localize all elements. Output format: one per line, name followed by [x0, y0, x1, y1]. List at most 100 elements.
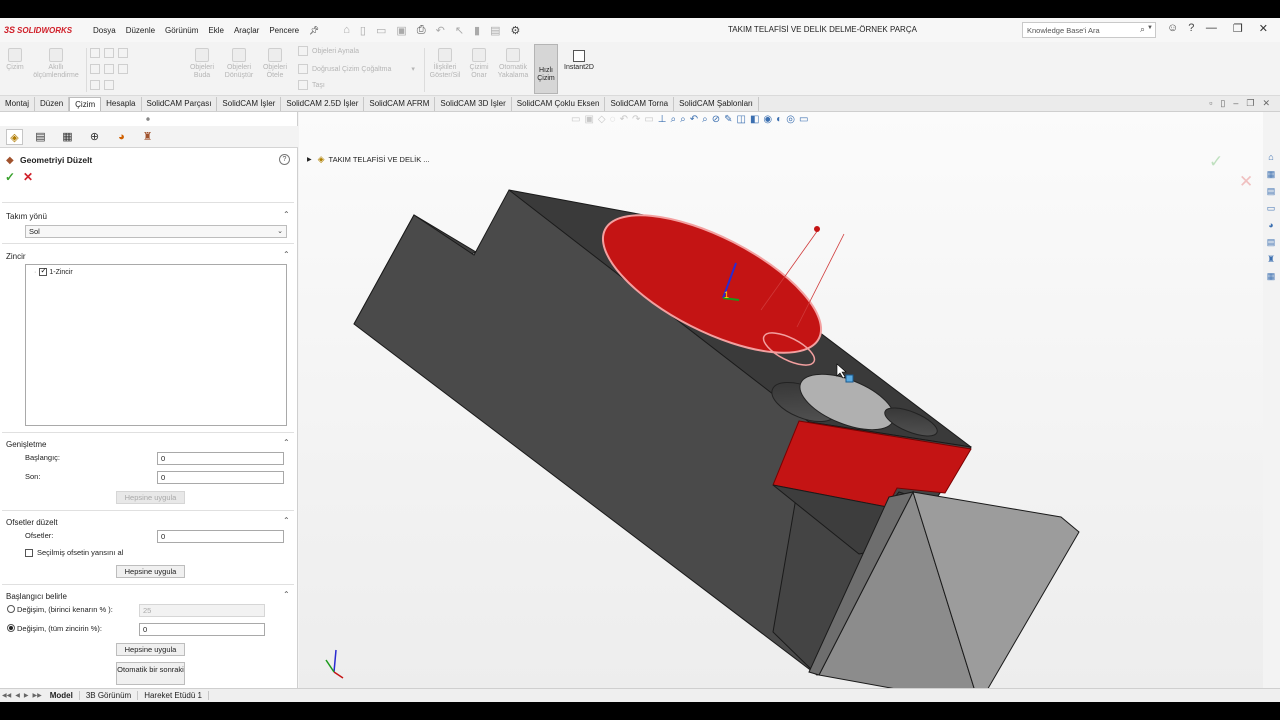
last-tab-icon[interactable]: ▶▶ — [32, 692, 41, 699]
home-icon[interactable]: ⌂ — [343, 24, 350, 36]
file-explorer-icon[interactable]: ▭ — [1265, 202, 1277, 214]
restore-icon[interactable]: ❐ — [1246, 98, 1254, 109]
next-tab-icon[interactable]: ▶ — [24, 692, 29, 699]
tab-hesapla[interactable]: Hesapla — [101, 97, 142, 111]
cancel-x-icon[interactable]: ✕ — [23, 170, 33, 184]
tile-icon[interactable]: ▫ — [1209, 98, 1212, 109]
tab-solidcam-multiaxis[interactable]: SolidCAM Çoklu Eksen — [512, 97, 606, 111]
collapse-chevron-icon[interactable]: ⌃ — [283, 210, 290, 219]
chain-list[interactable]: · 1-Zincir — [25, 264, 287, 426]
tab-solidcam-3d[interactable]: SolidCAM 3D İşler — [435, 97, 512, 111]
solidworks-logo[interactable]: 3S SOLIDWORKS — [4, 25, 88, 35]
min-icon[interactable]: – — [1233, 98, 1238, 109]
apply-all-start-button[interactable]: Hepsine uygula — [116, 643, 185, 656]
repair-sketch-button[interactable]: Çizimi Onar — [466, 48, 492, 80]
chevron-down-icon[interactable]: ▼ — [1147, 25, 1153, 31]
instant2d-button[interactable]: Instant2D — [560, 50, 598, 71]
print-icon[interactable]: ⎙ — [417, 24, 426, 37]
home-icon[interactable]: ⌂ — [1265, 151, 1277, 163]
search-icon[interactable]: ⌕ — [1140, 24, 1145, 35]
collapse-chevron-icon[interactable]: ⌃ — [283, 516, 290, 525]
user-icon[interactable]: ☺ — [1167, 22, 1178, 34]
list-item[interactable]: · 1-Zincir — [34, 266, 73, 276]
tab-cizim[interactable]: Çizim — [69, 97, 102, 111]
restore-icon[interactable]: ❐ — [1233, 22, 1243, 35]
rapid-sketch-button[interactable]: Hızlı Çizim — [534, 44, 558, 94]
knowledge-base-search[interactable]: Knowledge Base'i Ara ⌕ ▼ — [1022, 22, 1156, 38]
text-tools[interactable] — [90, 80, 118, 90]
collapse-chevron-icon[interactable]: ⌃ — [283, 438, 290, 447]
ok-check-icon[interactable]: ✓ — [5, 170, 15, 184]
view-palette-icon[interactable]: ▦ — [1265, 270, 1277, 282]
menu-dosya[interactable]: Dosya — [93, 26, 116, 35]
appearances-icon[interactable]: ◕ — [1265, 219, 1277, 231]
line-tools[interactable] — [90, 48, 132, 58]
tab-montaj[interactable]: Montaj — [0, 97, 36, 111]
tab-solidcam-templates[interactable]: SolidCAM Şablonları — [674, 97, 759, 111]
apply-all-offsets-button[interactable]: Hepsine uygula — [116, 565, 185, 578]
select-icon[interactable]: ↖ — [455, 24, 464, 37]
collapse-chevron-icon[interactable]: ⌃ — [283, 250, 290, 259]
options-gear-icon[interactable]: ⚙ — [511, 24, 521, 37]
tab-solidcam-25d[interactable]: SolidCAM 2.5D İşler — [281, 97, 365, 111]
auto-next-button[interactable]: Otomatik bir sonraki — [116, 662, 185, 685]
change-first-edge-radio[interactable] — [7, 605, 15, 613]
move-entities-button[interactable]: Taşı — [298, 80, 325, 90]
solidcam-tab-icon[interactable]: ♜ — [139, 129, 156, 145]
prev-tab-icon[interactable]: ◀ — [15, 692, 20, 699]
change-whole-chain-radio[interactable] — [7, 624, 15, 632]
collapse-chevron-icon[interactable]: ⌃ — [283, 590, 290, 599]
linear-pattern-button[interactable]: Doğrusal Çizim Çoğaltma ▾ — [298, 64, 415, 74]
display-manager-tab-icon[interactable]: ◕ — [113, 129, 130, 145]
rectangle-tools[interactable] — [90, 64, 132, 74]
graphics-area[interactable]: ▭ ▣ ◇ ◌ ↶ ↷ ▭ ⊥ ⌕ ⌕ ↶ ⌕ ⊘ ✎ ◫ ◧ ◉ ◐ ◎ ▭ … — [299, 112, 1263, 688]
close-icon[interactable]: ✕ — [1262, 98, 1270, 109]
help-circle-icon[interactable]: ? — [1188, 22, 1194, 34]
pin-icon[interactable]: 📌︎ — [309, 26, 319, 35]
menu-gorunum[interactable]: Görünüm — [165, 26, 198, 35]
first-tab-icon[interactable]: ◀◀ — [2, 692, 11, 699]
undo-icon[interactable]: ↶ — [436, 24, 445, 37]
menu-ekle[interactable]: Ekle — [208, 26, 224, 35]
sketch-button[interactable]: Çizim — [4, 48, 26, 72]
tab-model[interactable]: Model — [44, 691, 80, 700]
help-icon[interactable]: ? — [279, 154, 290, 165]
grip-icon[interactable]: ⦁ — [146, 114, 150, 124]
chain-checkbox[interactable] — [39, 266, 48, 276]
smart-dimension-button[interactable]: Akıllı ölçümlendirme — [28, 48, 84, 80]
property-manager-tab-icon[interactable]: ▤ — [32, 129, 49, 145]
auto-snap-button[interactable]: Otomatik Yakalama — [494, 48, 532, 80]
display-relations-button[interactable]: İlişkileri Göster/Sil — [426, 48, 464, 80]
menu-duzenle[interactable]: Düzenle — [126, 26, 155, 35]
offset-entities-button[interactable]: Objeleri Ötele — [260, 48, 290, 80]
configuration-tab-icon[interactable]: ▦ — [59, 129, 76, 145]
tab-solidcam-parcasi[interactable]: SolidCAM Parçası — [142, 97, 218, 111]
offsets-input[interactable]: 0 — [157, 530, 284, 543]
save-icon[interactable]: ▣ — [396, 24, 406, 37]
feature-tree-tab-icon[interactable]: ◈ — [6, 129, 23, 145]
dimxpert-tab-icon[interactable]: ⊕ — [86, 129, 103, 145]
whole-chain-input[interactable]: 0 — [139, 623, 265, 636]
apply-all-extension-button[interactable]: Hepsine uygula — [116, 491, 185, 504]
tab-motion-study[interactable]: Hareket Etüdü 1 — [138, 691, 209, 700]
menu-pencere[interactable]: Pencere — [269, 26, 299, 35]
part-model[interactable]: 1 — [299, 112, 1263, 688]
minimize-icon[interactable]: — — [1206, 22, 1217, 35]
tab-solidcam-torna[interactable]: SolidCAM Torna — [605, 97, 675, 111]
design-library-icon[interactable]: ▤ — [1265, 185, 1277, 197]
first-edge-input[interactable]: 25 — [139, 604, 265, 617]
tab-3d-view[interactable]: 3B Görünüm — [80, 691, 139, 700]
rebuild-icon[interactable]: ▮ — [474, 24, 480, 37]
file-properties-icon[interactable]: ▤ — [490, 24, 500, 37]
trim-entities-button[interactable]: Objeleri Buda — [186, 48, 218, 80]
close-icon[interactable]: ✕ — [1259, 22, 1268, 35]
start-point-handle[interactable] — [814, 226, 820, 232]
tool-direction-select[interactable]: Sol ⌄ — [25, 225, 287, 238]
menu-araclar[interactable]: Araçlar — [234, 26, 259, 35]
solidcam-icon[interactable]: ♜ — [1265, 253, 1277, 265]
new-document-icon[interactable]: ▯ — [360, 24, 366, 37]
resources-icon[interactable]: ▦ — [1265, 168, 1277, 180]
mirror-offset-checkbox[interactable] — [25, 548, 33, 557]
mirror-entities-button[interactable]: Objeleri Aynala — [298, 46, 359, 56]
mirror-offset-option[interactable]: Seçilmiş ofsetin yansını al — [25, 548, 123, 557]
